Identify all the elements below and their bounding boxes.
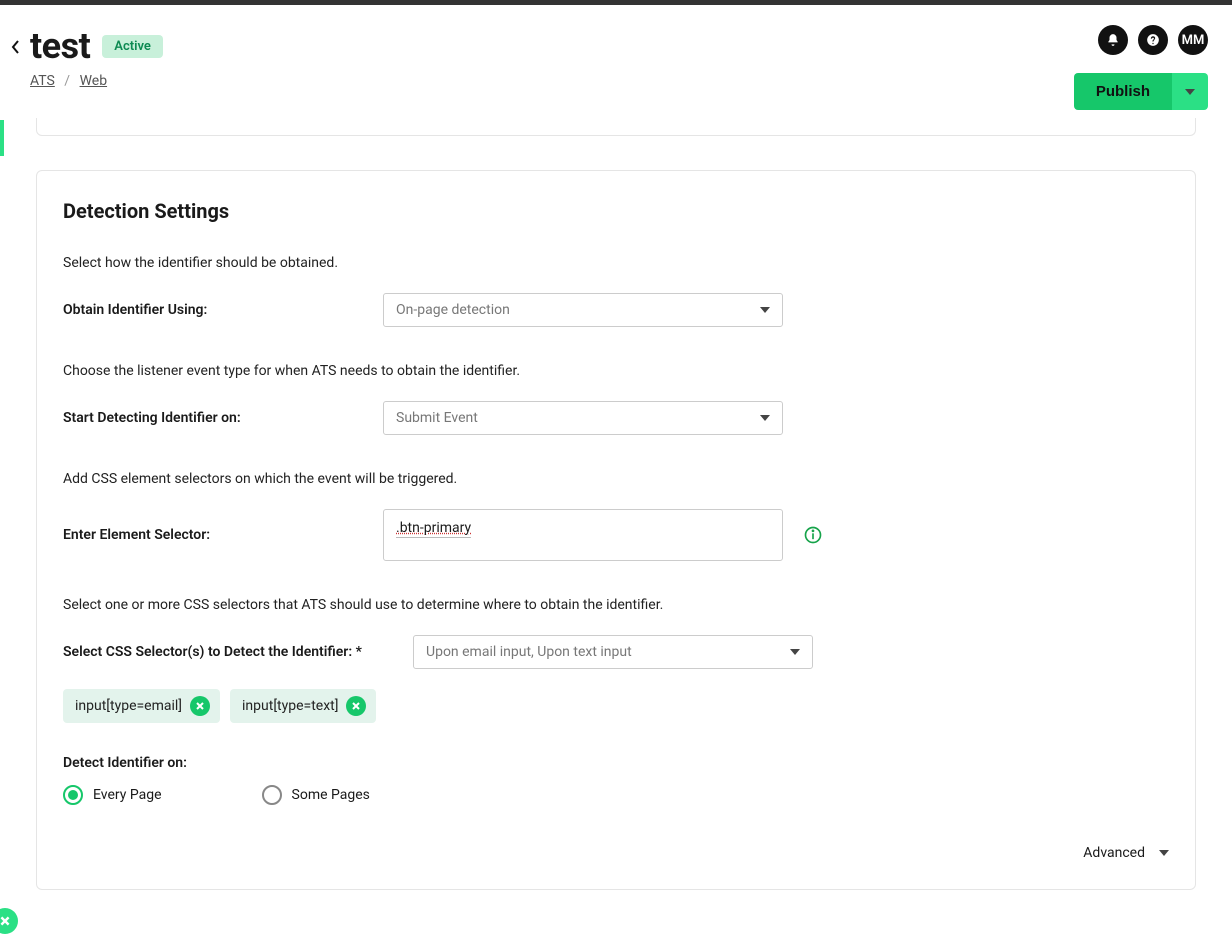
element-selector-desc: Add CSS element selectors on which the e… (63, 471, 1169, 487)
obtain-select[interactable]: On-page detection (383, 293, 783, 327)
caret-down-icon (790, 649, 800, 655)
side-indicator (0, 120, 4, 156)
publish-button[interactable]: Publish (1074, 73, 1172, 110)
status-badge: Active (102, 35, 163, 58)
start-detect-section: Choose the listener event type for when … (63, 363, 1169, 435)
chip-remove[interactable] (190, 696, 210, 716)
obtain-desc: Select how the identifier should be obta… (63, 255, 1169, 271)
element-selector-section: Add CSS element selectors on which the e… (63, 471, 1169, 561)
start-detect-value: Submit Event (396, 410, 478, 426)
css-selectors-value: Upon email input, Upon text input (426, 644, 632, 660)
caret-down-icon (760, 415, 770, 421)
breadcrumb-leaf[interactable]: Web (80, 73, 108, 89)
caret-down-icon (1185, 89, 1195, 95)
radio-label: Every Page (93, 787, 162, 803)
publish-group: Publish (1074, 73, 1208, 110)
card-heading: Detection Settings (63, 199, 1169, 223)
publish-dropdown[interactable] (1172, 73, 1208, 110)
page-title: test (30, 25, 90, 67)
advanced-label: Advanced (1083, 845, 1145, 861)
notifications-button[interactable] (1098, 25, 1128, 55)
css-selectors-desc: Select one or more CSS selectors that AT… (63, 597, 1169, 613)
radio-label: Some Pages (292, 787, 370, 803)
chip-text: input[type=text] (230, 689, 376, 723)
radio-icon (63, 785, 83, 805)
breadcrumb: ATS / Web (30, 73, 163, 89)
radio-every-page[interactable]: Every Page (63, 785, 162, 805)
info-icon[interactable] (803, 525, 823, 545)
radio-icon (262, 785, 282, 805)
back-button[interactable] (10, 39, 20, 59)
previous-card-edge (36, 118, 1196, 136)
element-selector-label: Enter Element Selector: (63, 527, 363, 543)
obtain-value: On-page detection (396, 302, 510, 318)
page-header: test Active ATS / Web MM Publish (0, 5, 1232, 118)
element-selector-value: .btn-primary (396, 520, 471, 538)
obtain-section: Select how the identifier should be obta… (63, 255, 1169, 327)
breadcrumb-sep: / (64, 73, 70, 89)
chip-remove[interactable] (346, 696, 366, 716)
chip-email: input[type=email] (63, 689, 220, 723)
css-selectors-section: Select one or more CSS selectors that AT… (63, 597, 1169, 723)
css-selectors-select[interactable]: Upon email input, Upon text input (413, 635, 813, 669)
selector-chips: input[type=email] input[type=text] (63, 689, 1169, 723)
main: Detection Settings Select how the identi… (0, 118, 1232, 930)
start-detect-select[interactable]: Submit Event (383, 401, 783, 435)
avatar[interactable]: MM (1178, 25, 1208, 55)
header-icons: MM (1098, 25, 1208, 55)
caret-down-icon (760, 307, 770, 313)
start-detect-label: Start Detecting Identifier on: (63, 410, 363, 426)
header-right: MM Publish (1074, 25, 1208, 110)
detection-settings-card: Detection Settings Select how the identi… (36, 170, 1196, 890)
detect-on-label: Detect Identifier on: (63, 755, 1169, 771)
advanced-toggle[interactable]: Advanced (63, 845, 1169, 861)
breadcrumb-root[interactable]: ATS (30, 73, 55, 89)
chip-label: input[type=text] (242, 698, 338, 714)
caret-down-icon (1159, 850, 1169, 856)
obtain-label: Obtain Identifier Using: (63, 302, 363, 318)
help-button[interactable] (1138, 25, 1168, 55)
chip-label: input[type=email] (75, 698, 182, 714)
css-selectors-label: Select CSS Selector(s) to Detect the Ide… (63, 644, 393, 660)
radio-some-pages[interactable]: Some Pages (262, 785, 370, 805)
title-block: test Active ATS / Web (30, 25, 163, 89)
header-left: test Active ATS / Web (10, 25, 163, 89)
detect-on-radios: Every Page Some Pages (63, 785, 1169, 805)
start-detect-desc: Choose the listener event type for when … (63, 363, 1169, 379)
element-selector-input[interactable]: .btn-primary (383, 509, 783, 561)
